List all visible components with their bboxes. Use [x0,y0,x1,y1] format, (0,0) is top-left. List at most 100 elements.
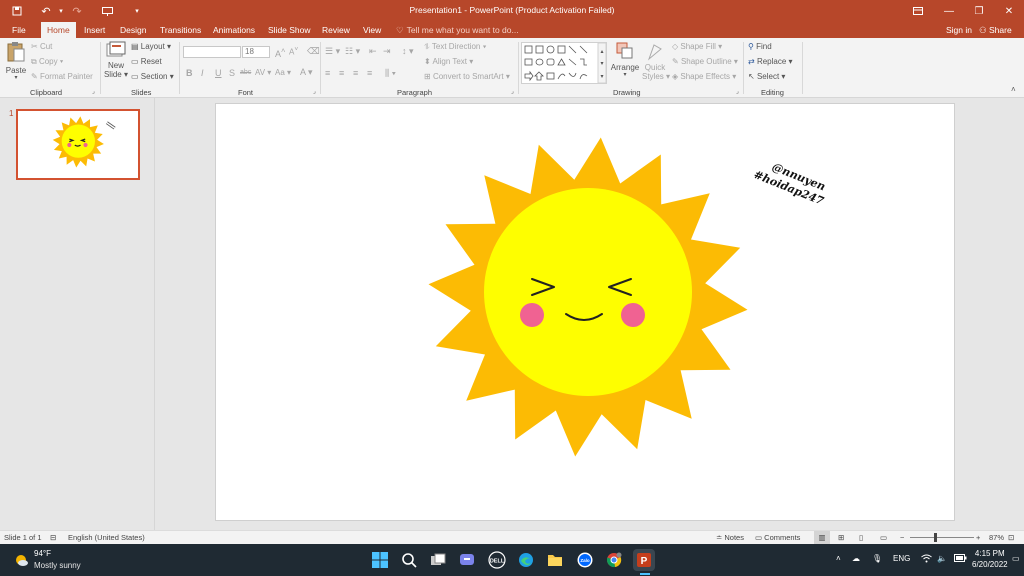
justify-button[interactable]: ≡ [367,68,372,78]
clipboard-launcher-icon[interactable]: ⌟ [92,88,95,95]
drawing-launcher-icon[interactable]: ⌟ [736,88,739,95]
cut-button[interactable]: ✂ Cut [31,42,52,51]
shapes-gallery[interactable]: ▴ ▾ ▾ [521,42,607,84]
line-spacing-button[interactable]: ↕ ▾ [402,46,414,57]
bullets-button[interactable]: ☰ ▾ [325,46,340,57]
replace-button[interactable]: ⇄ Replace ▾ [748,57,793,66]
zoom-slider-thumb[interactable] [934,533,937,542]
align-text-button[interactable]: ⬍ Align Text ▾ [424,57,473,66]
font-color-button[interactable]: A ▾ [300,67,313,78]
align-left-button[interactable]: ≡ [325,68,330,78]
arrange-button[interactable]: Arrange ▾ [610,41,640,78]
notes-button[interactable]: ≐ Notes [716,533,744,542]
windows-start-icon[interactable] [369,549,391,571]
show-hidden-icons[interactable]: ˄ [836,554,841,563]
paste-button[interactable]: Paste ▾ [5,41,27,81]
onedrive-cloud-icon[interactable]: ☁ [852,554,860,563]
shadow-button[interactable]: S [229,68,235,78]
italic-button[interactable]: I [201,68,204,78]
font-launcher-icon[interactable]: ⌟ [313,88,316,95]
sign-in-link[interactable]: Sign in [946,22,972,38]
paragraph-launcher-icon[interactable]: ⌟ [511,88,514,95]
character-spacing-button[interactable]: AV ▾ [255,68,271,77]
language-indicator[interactable]: English (United States) [68,533,145,542]
weather-description[interactable]: Mostly sunny [34,561,81,570]
decrease-indent-button[interactable]: ⇤ [369,46,377,57]
reset-button[interactable]: ▭ Reset [131,57,162,66]
reading-view-icon[interactable]: ▯ [859,533,863,542]
close-button[interactable]: ✕ [994,2,1024,20]
chrome-browser-icon[interactable] [603,549,625,571]
new-slide-button[interactable]: New Slide ▾ [103,41,129,79]
weather-temperature[interactable]: 94°F [34,549,51,558]
zalo-icon[interactable]: Zalo [574,549,596,571]
text-direction-button[interactable]: ⥮ Text Direction ▾ [424,42,487,52]
normal-view-icon[interactable]: ▥ [814,531,830,544]
align-center-button[interactable]: ≡ [339,68,344,78]
columns-button[interactable]: ⫼ ▾ [385,68,396,79]
collapse-ribbon-icon[interactable]: ˄ [1011,85,1016,94]
underline-button[interactable]: U [215,68,222,78]
font-size-field[interactable]: 18 [242,46,270,58]
slide-canvas[interactable] [215,103,955,521]
zoom-out-button[interactable]: − [900,533,904,542]
comments-button[interactable]: ▭ Comments [755,533,800,542]
tab-insert[interactable]: Insert [78,22,111,38]
restore-button[interactable]: ❐ [964,2,994,20]
powerpoint-app-icon[interactable]: P [633,549,655,571]
section-button[interactable]: ▭ Section ▾ [131,72,174,81]
zoom-slider[interactable] [910,537,974,538]
fit-slide-icon[interactable]: ⊡ [1008,533,1014,542]
tab-transitions[interactable]: Transitions [154,22,207,38]
zoom-level[interactable]: 87% [989,533,1004,542]
tab-slide-show[interactable]: Slide Show [262,22,317,38]
edge-browser-icon[interactable] [515,549,537,571]
font-name-field[interactable] [183,46,241,58]
tab-home[interactable]: Home [41,22,76,38]
microphone-icon[interactable]: 🎙 [872,554,882,563]
tab-file[interactable]: File [6,22,32,38]
ribbon-display-options-icon[interactable] [903,2,933,20]
increase-indent-button[interactable]: ⇥ [383,46,391,57]
share-button[interactable]: ⚇ Share [979,22,1012,38]
tab-review[interactable]: Review [316,22,356,38]
select-button[interactable]: ↖ Select ▾ [748,72,785,81]
dell-app-icon[interactable]: DELL [486,549,508,571]
input-language[interactable]: ENG [893,554,910,563]
shape-effects-button[interactable]: ◈ Shape Effects ▾ [672,72,736,81]
wifi-icon[interactable] [921,554,932,565]
teams-chat-icon[interactable] [456,549,478,571]
weather-sun-icon[interactable] [10,549,32,571]
strikethrough-button[interactable]: abc [240,69,251,76]
file-explorer-icon[interactable] [544,549,566,571]
tell-me-box[interactable]: ♡ Tell me what you want to do... [396,22,519,38]
copy-button[interactable]: ⧉ Copy ▾ [31,57,63,67]
slide-sorter-icon[interactable]: ⊞ [838,533,844,542]
clear-formatting-icon[interactable]: ⌫ [307,46,320,57]
shrink-font-button[interactable]: A˅ [289,46,298,57]
search-icon[interactable] [398,549,420,571]
shape-outline-button[interactable]: ✎ Shape Outline ▾ [672,57,738,66]
zoom-in-button[interactable]: + [976,533,980,542]
align-right-button[interactable]: ≡ [353,68,358,78]
numbering-button[interactable]: ☷ ▾ [345,46,360,57]
spell-check-icon[interactable]: ⊟ [50,533,56,542]
slide-thumbnail[interactable] [16,109,140,180]
notification-icon[interactable]: ▭ [1012,554,1020,563]
format-painter-button[interactable]: ✎ Format Painter [31,72,93,81]
convert-smartart-button[interactable]: ⊞ Convert to SmartArt ▾ [424,72,510,81]
shape-fill-button[interactable]: ◇ Shape Fill ▾ [672,42,722,51]
volume-icon[interactable]: 🔈 [937,554,947,563]
system-clock[interactable]: 4:15 PM 6/20/2022 [972,548,1008,570]
slideshow-view-icon[interactable]: ▭ [880,533,887,542]
grow-font-button[interactable]: A˄ [275,46,285,59]
battery-icon[interactable] [954,554,967,564]
layout-button[interactable]: ▤ Layout ▾ [131,42,171,51]
bold-button[interactable]: B [186,68,193,78]
task-view-icon[interactable] [427,549,449,571]
quick-styles-button[interactable]: Quick Styles ▾ [642,41,670,81]
find-button[interactable]: ⚲ Find [748,42,772,51]
tab-view[interactable]: View [357,22,387,38]
tab-animations[interactable]: Animations [207,22,261,38]
change-case-button[interactable]: Aa ▾ [275,68,291,77]
